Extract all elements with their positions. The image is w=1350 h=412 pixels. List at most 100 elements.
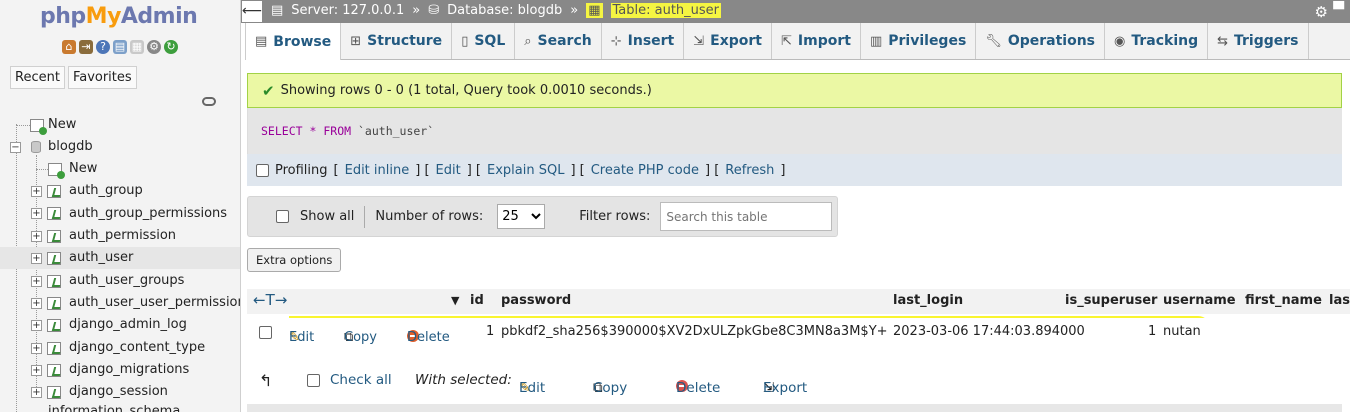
expand-icon[interactable]: +	[31, 186, 42, 197]
profiling-checkbox[interactable]	[256, 163, 269, 177]
reload-icon[interactable]: ↻	[164, 40, 178, 54]
tree-table[interactable]: auth_user_groups	[69, 271, 184, 291]
tree-table[interactable]: auth_permission	[69, 226, 176, 246]
triggers-icon: ⇆	[1217, 33, 1229, 49]
column-arrows[interactable]: ←T→	[253, 291, 287, 309]
logout-icon[interactable]: ⇥	[79, 40, 93, 54]
create-php-code-link[interactable]: Create PHP code	[591, 163, 699, 178]
favorites-tab[interactable]: Favorites	[67, 66, 137, 89]
tree-table[interactable]: auth_user_user_permissions	[69, 293, 240, 313]
expand-icon[interactable]: +	[31, 253, 42, 264]
column-header[interactable]: password	[501, 293, 571, 308]
cell-username[interactable]: nutan	[1163, 324, 1201, 339]
quick-icons: ⌂ ⇥ ? ▤ ▦ ⚙ ↻	[62, 40, 178, 54]
column-header[interactable]: username	[1163, 293, 1236, 308]
tree-table[interactable]: django_session	[69, 382, 168, 402]
expand-icon[interactable]: +	[31, 298, 42, 309]
help-icon[interactable]: ?	[96, 40, 110, 54]
navigation-bar: Show all Number of rows: 25 Filter rows:	[247, 196, 838, 237]
expand-icon[interactable]: +	[31, 208, 42, 219]
breadcrumb-separator: »	[570, 3, 579, 18]
back-arrow-icon[interactable]: ⟵	[242, 1, 262, 22]
check-icon: ✔	[262, 81, 275, 100]
gear-icon[interactable]: ⚙	[1315, 3, 1328, 21]
expand-icon[interactable]: +	[31, 276, 42, 287]
link-icon[interactable]	[202, 97, 216, 106]
tree-table[interactable]: auth_group_permissions	[69, 204, 227, 224]
sql-icon[interactable]: ▦	[130, 40, 144, 54]
check-all-checkbox[interactable]	[307, 374, 320, 387]
phpmyadmin-logo[interactable]: phpMyAdmin	[40, 4, 198, 29]
column-header[interactable]: last	[1329, 293, 1350, 308]
breadcrumb-database[interactable]: Database: blogdb	[447, 3, 562, 18]
tab-export[interactable]: ⇲ Export	[684, 23, 772, 59]
expand-icon[interactable]: +	[31, 343, 42, 354]
nav-tabs: Recent Favorites	[10, 66, 137, 89]
cell-is-superuser[interactable]: 1	[1148, 324, 1156, 339]
expand-icon[interactable]: +	[31, 387, 42, 398]
tab-structure[interactable]: ⊞ Structure	[341, 23, 453, 59]
tab-privileges[interactable]: ▥ Privileges	[861, 23, 977, 59]
column-header[interactable]: id	[470, 293, 484, 308]
table-icon	[47, 297, 61, 310]
recent-tab[interactable]: Recent	[10, 66, 65, 89]
cell-password[interactable]: pbkdf2_sha256$390000$XV2DxULZpkGbe8C3MN8…	[501, 324, 887, 339]
tree-table[interactable]: auth_group	[69, 181, 143, 201]
column-header[interactable]: last_login	[893, 293, 963, 308]
show-all-checkbox[interactable]	[276, 210, 289, 223]
breadcrumb: ▤ Server: 127.0.0.1 » ⛁ Database: blogdb…	[271, 3, 722, 18]
edit-inline-link[interactable]: Edit inline	[345, 163, 410, 178]
sql-query[interactable]: SELECT * FROM `auth_user`	[261, 124, 434, 138]
edit-link[interactable]: Edit	[436, 163, 461, 178]
tree-database-partial[interactable]: information_schema	[48, 402, 180, 412]
tree-database-blogdb[interactable]: blogdb	[48, 137, 93, 157]
docs-icon[interactable]: ▤	[113, 40, 127, 54]
refresh-link[interactable]: Refresh	[725, 163, 774, 178]
tree-table[interactable]: auth_user	[69, 248, 133, 268]
breadcrumb-bar: ⟵ ▤ Server: 127.0.0.1 » ⛁ Database: blog…	[241, 0, 1350, 23]
tab-insert[interactable]: ⊹ Insert	[602, 23, 685, 59]
collapse-icon[interactable]: −	[10, 142, 21, 153]
row-checkbox[interactable]	[259, 326, 272, 339]
tab-triggers[interactable]: ⇆ Triggers	[1208, 23, 1309, 59]
filter-rows-label: Filter rows:	[579, 209, 651, 224]
cell-id[interactable]: 1	[486, 324, 494, 339]
tab-tracking[interactable]: ◉ Tracking	[1105, 23, 1209, 59]
tree-table[interactable]: django_migrations	[69, 360, 189, 380]
table-icon	[47, 207, 61, 220]
navigation-panel: phpMyAdmin ⌂ ⇥ ? ▤ ▦ ⚙ ↻ Recent Favorite…	[0, 0, 241, 412]
filter-rows-input[interactable]	[660, 202, 833, 231]
breadcrumb-table[interactable]: Table: auth_user	[610, 3, 722, 18]
tree-table[interactable]: django_admin_log	[69, 315, 187, 335]
home-icon[interactable]: ⌂	[62, 40, 76, 54]
column-header[interactable]: first_name	[1245, 293, 1322, 308]
tab-import[interactable]: ⇱ Import	[772, 23, 861, 59]
expand-icon[interactable]: +	[31, 231, 42, 242]
tab-search[interactable]: ⌕ Search	[515, 23, 602, 59]
explain-sql-link[interactable]: Explain SQL	[487, 163, 564, 178]
expand-icon[interactable]: +	[31, 320, 42, 331]
bulk-actions: ↰ Check all With selected: ✎ Edit ⧉ Copy…	[259, 370, 808, 397]
tab-sql[interactable]: ▯ SQL	[452, 23, 516, 59]
settings-icon[interactable]: ⚙	[147, 40, 161, 54]
column-header[interactable]: is_superuser	[1065, 293, 1157, 308]
tab-operations[interactable]: 🔧︎ Operations	[976, 23, 1105, 59]
number-of-rows-select[interactable]: 25	[497, 204, 546, 229]
tab-browse[interactable]: ▤ Browse	[245, 23, 342, 60]
sort-arrow-icon[interactable]: ▼	[451, 294, 459, 307]
database-icon	[31, 141, 41, 153]
extra-options-button[interactable]: Extra options	[247, 248, 342, 272]
tree-new-table[interactable]: New	[69, 159, 97, 179]
collapse-top-icon[interactable]: ▀	[1333, 2, 1344, 18]
cell-last-login[interactable]: 2023-03-06 17:44:03.894000	[893, 324, 1085, 339]
table-icon	[47, 230, 61, 243]
browse-icon: ▤	[255, 34, 268, 49]
breadcrumb-server[interactable]: Server: 127.0.0.1	[291, 3, 404, 18]
tree-new-database[interactable]: New	[48, 115, 76, 135]
search-icon: ⌕	[524, 33, 532, 49]
insert-icon: ⊹	[610, 33, 622, 49]
check-all-link[interactable]: Check all	[330, 372, 392, 388]
expand-icon[interactable]: +	[31, 365, 42, 376]
tree-table[interactable]: django_content_type	[69, 338, 205, 358]
eye-icon: ◉	[1114, 33, 1126, 49]
